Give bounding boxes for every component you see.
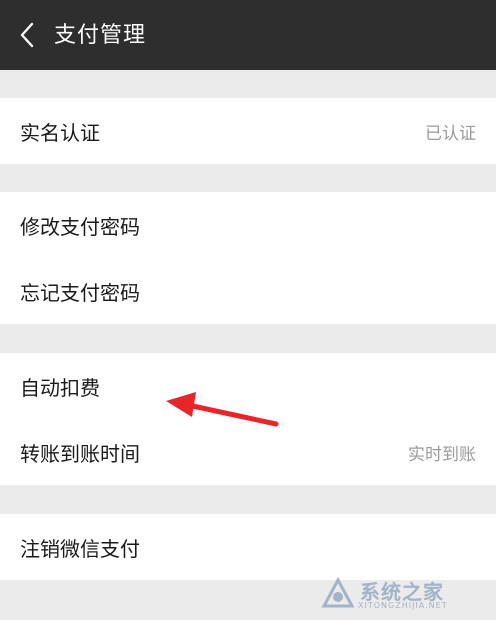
row-label: 忘记支付密码: [20, 280, 140, 305]
password-group: 修改支付密码 忘记支付密码: [0, 192, 496, 324]
payment-management-page: 支付管理 实名认证 已认证 修改支付密码 忘记支付密码 自动扣费 转账到账时间 …: [0, 0, 496, 620]
row-label: 转账到账时间: [20, 441, 140, 466]
watermark-subtext: XITONGZHIJIA.NET: [358, 601, 448, 610]
deduction-group: 自动扣费 转账到账时间 实时到账: [0, 353, 496, 485]
identity-group: 实名认证 已认证: [0, 98, 496, 164]
verification-status: 已认证: [425, 123, 476, 144]
row-cancel-wechat-pay[interactable]: 注销微信支付: [0, 514, 496, 580]
row-transfer-arrival-time[interactable]: 转账到账时间 实时到账: [0, 419, 496, 485]
back-button[interactable]: [12, 18, 42, 52]
row-label: 实名认证: [20, 120, 100, 145]
page-title: 支付管理: [54, 23, 147, 48]
watermark-logo-icon: [321, 576, 355, 608]
row-change-payment-password[interactable]: 修改支付密码: [0, 192, 496, 258]
transfer-time-value: 实时到账: [408, 444, 476, 465]
row-label: 自动扣费: [20, 375, 100, 400]
row-auto-deduction[interactable]: 自动扣费: [0, 353, 496, 419]
watermark: 系统之家 XITONGZHIJIA.NET: [318, 574, 488, 614]
row-label: 修改支付密码: [20, 214, 140, 239]
row-real-name-verification[interactable]: 实名认证 已认证: [0, 98, 496, 164]
top-bar: 支付管理: [0, 0, 496, 70]
chevron-left-icon: [19, 22, 35, 48]
cancel-group: 注销微信支付: [0, 514, 496, 580]
row-label: 注销微信支付: [20, 536, 140, 561]
row-forgot-payment-password[interactable]: 忘记支付密码: [0, 258, 496, 324]
